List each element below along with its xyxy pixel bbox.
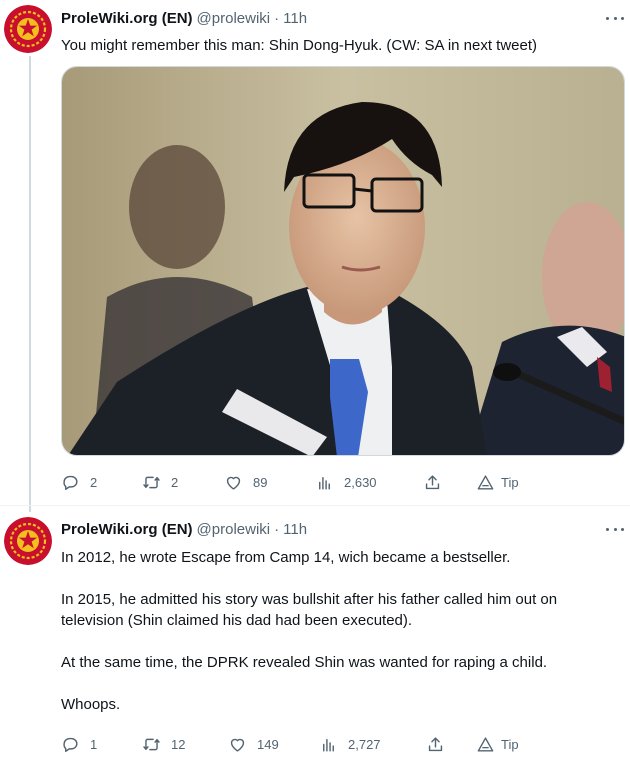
more-options-icon[interactable] (604, 10, 626, 26)
share-icon (428, 736, 443, 751)
more-options-icon[interactable] (604, 521, 626, 537)
avatar[interactable] (4, 5, 52, 53)
tweet-photo[interactable] (61, 66, 625, 456)
tweet-timestamp[interactable]: 11h (283, 10, 307, 27)
tweet[interactable]: ProleWiki.org (EN) @prolewiki · 11h You … (0, 0, 630, 512)
share-button[interactable] (426, 733, 445, 755)
retweet-icon (143, 738, 160, 750)
views-button[interactable]: 2,727 (319, 733, 381, 755)
tweet-paragraph: In 2015, he admitted his story was bulls… (61, 591, 558, 629)
separator-dot: · (274, 9, 280, 27)
analytics-icon (323, 738, 334, 752)
author-handle[interactable]: @prolewiki (197, 521, 271, 538)
like-count: 149 (257, 736, 279, 752)
share-button[interactable] (423, 471, 442, 493)
tweet-paragraph: In 2012, he wrote Escape from Camp 14, w… (61, 549, 511, 566)
share-icon (425, 474, 440, 489)
tip-label: Tip (501, 736, 519, 752)
tweet-text: You might remember this man: Shin Dong-H… (61, 35, 616, 56)
retweet-button[interactable]: 2 (142, 471, 178, 493)
tweet-text: In 2012, he wrote Escape from Camp 14, w… (61, 547, 616, 715)
reply-count: 2 (90, 474, 98, 490)
author-handle[interactable]: @prolewiki (197, 10, 271, 27)
like-button[interactable]: 89 (224, 471, 267, 493)
view-count: 2,727 (348, 736, 381, 752)
analytics-icon (319, 476, 330, 490)
tweet-paragraph: Whoops. (61, 696, 121, 713)
thread-connector-line (29, 56, 31, 512)
tip-icon (477, 736, 494, 752)
author-name[interactable]: ProleWiki.org (EN) (61, 521, 193, 538)
tweet-timestamp[interactable]: 11h (283, 521, 307, 538)
tip-button[interactable]: Tip (476, 733, 519, 755)
tip-label: Tip (501, 474, 519, 490)
view-count: 2,630 (344, 474, 377, 490)
tweet-actions: 1 12 149 2,727 Tip (61, 733, 561, 755)
reply-button[interactable]: 2 (61, 471, 97, 493)
tweet-actions: 2 2 89 2,630 Tip (61, 471, 561, 493)
reply-icon (63, 475, 78, 490)
tweet-paragraph: You might remember this man: Shin Dong-H… (61, 37, 538, 54)
reply-icon (63, 737, 78, 752)
tip-icon (477, 474, 494, 490)
photo-shin-dong-hyuk (62, 67, 624, 455)
retweet-icon (143, 476, 160, 488)
heart-icon (230, 738, 245, 752)
tweet[interactable]: ProleWiki.org (EN) @prolewiki · 11h In 2… (0, 506, 630, 766)
retweet-count: 12 (171, 736, 186, 752)
retweet-button[interactable]: 12 (142, 733, 185, 755)
heart-icon (226, 476, 241, 490)
tweet-header: ProleWiki.org (EN) @prolewiki · 11h (61, 7, 307, 29)
reply-button[interactable]: 1 (61, 733, 97, 755)
separator-dot: · (274, 520, 280, 538)
tweet-paragraph: At the same time, the DPRK revealed Shin… (61, 654, 548, 671)
tip-button[interactable]: Tip (476, 471, 519, 493)
tweet-header: ProleWiki.org (EN) @prolewiki · 11h (61, 518, 307, 540)
prolewiki-logo-icon (4, 5, 52, 53)
reply-count: 1 (90, 736, 98, 752)
prolewiki-logo-icon (4, 517, 52, 565)
like-button[interactable]: 149 (228, 733, 279, 755)
author-name[interactable]: ProleWiki.org (EN) (61, 10, 193, 27)
retweet-count: 2 (171, 474, 179, 490)
like-count: 89 (253, 474, 268, 490)
avatar[interactable] (4, 517, 52, 565)
views-button[interactable]: 2,630 (315, 471, 377, 493)
